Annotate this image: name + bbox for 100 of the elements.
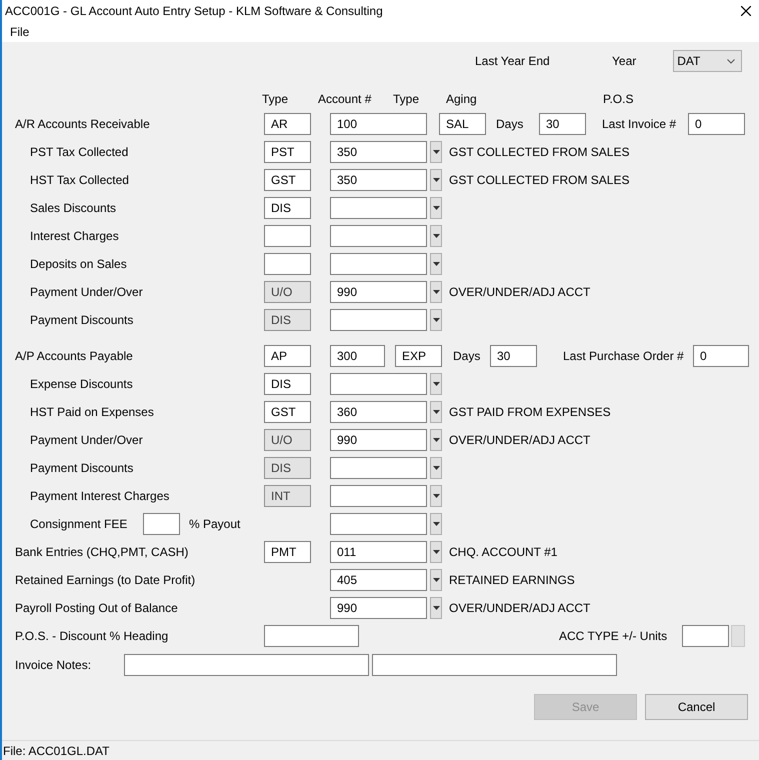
row-label: A/P Accounts Payable [15, 349, 134, 363]
account-field[interactable]: 360 [330, 401, 427, 423]
payout-label: % Payout [189, 517, 242, 531]
type-field[interactable]: DIS [264, 197, 311, 219]
account-field[interactable] [330, 197, 427, 219]
dropdown-button[interactable] [430, 169, 442, 191]
aging-field[interactable]: SAL [439, 113, 486, 135]
units-label: ACC TYPE +/- Units [559, 629, 668, 643]
year-select[interactable]: DAT [673, 50, 742, 72]
invoice-note-field[interactable] [124, 654, 369, 676]
caret-icon [432, 178, 440, 182]
discount-heading-field[interactable] [264, 625, 359, 647]
dropdown-button[interactable] [430, 141, 442, 163]
days-field[interactable]: 30 [539, 113, 586, 135]
account-field[interactable]: 350 [330, 169, 427, 191]
row-label: Retained Earnings (to Date Profit) [15, 573, 196, 587]
account-description: OVER/UNDER/ADJ ACCT [449, 601, 590, 615]
cancel-button[interactable]: Cancel [645, 694, 748, 720]
dropdown-button[interactable] [430, 597, 442, 619]
fee-field[interactable] [143, 513, 180, 535]
row-label: Interest Charges [29, 229, 120, 243]
invoice-note-field[interactable] [372, 654, 617, 676]
type-field[interactable]: DIS [264, 373, 311, 395]
dropdown-button[interactable] [430, 429, 442, 451]
column-header: Aging [446, 92, 478, 106]
type-field[interactable] [264, 225, 311, 247]
account-field[interactable]: 011 [330, 541, 427, 563]
dropdown-button[interactable] [430, 197, 442, 219]
type-field[interactable]: PMT [264, 541, 311, 563]
dropdown-button[interactable] [430, 373, 442, 395]
type-field[interactable]: GST [264, 401, 311, 423]
chevron-icon [727, 58, 736, 64]
column-header: Type [393, 92, 420, 106]
dropdown-button[interactable] [430, 457, 442, 479]
account-field[interactable]: 405 [330, 569, 427, 591]
dropdown-button[interactable] [430, 309, 442, 331]
row-label: Deposits on Sales [29, 257, 128, 271]
account-field[interactable]: 350 [330, 141, 427, 163]
account-field[interactable] [330, 513, 427, 535]
days-field[interactable]: 30 [490, 345, 537, 367]
account-field[interactable] [330, 373, 427, 395]
close-icon[interactable] [741, 6, 751, 16]
dropdown-button[interactable] [430, 569, 442, 591]
days-label: Days [453, 349, 482, 363]
last-number-label: Last Invoice # [602, 117, 678, 131]
type-field[interactable]: PST [264, 141, 311, 163]
dropdown-button[interactable] [430, 401, 442, 423]
row-label: Payment Interest Charges [29, 489, 170, 503]
dropdown-button[interactable] [430, 225, 442, 247]
last-number-label: Last Purchase Order # [563, 349, 685, 363]
row-label: Payment Under/Over [29, 285, 144, 299]
last-number-field[interactable]: 0 [693, 345, 749, 367]
units-field[interactable] [682, 625, 729, 647]
column-header: P.O.S [603, 92, 634, 106]
dropdown-button[interactable] [430, 281, 442, 303]
caret-icon [432, 262, 440, 266]
dropdown-button[interactable] [430, 541, 442, 563]
type-field[interactable]: AP [264, 345, 311, 367]
row-label: Payment Discounts [29, 461, 134, 475]
account-description: OVER/UNDER/ADJ ACCT [449, 433, 590, 447]
window-title: ACC001G - GL Account Auto Entry Setup - KLM Software & Consulting [5, 4, 383, 18]
last-number-field[interactable]: 0 [688, 113, 745, 135]
menu-item[interactable]: File [8, 25, 32, 39]
row-label: HST Tax Collected [29, 173, 130, 187]
type-field[interactable]: GST [264, 169, 311, 191]
caret-icon [432, 290, 440, 294]
row-label: HST Paid on Expenses [29, 405, 155, 419]
dropdown-button[interactable] [430, 253, 442, 275]
caret-icon [432, 578, 440, 582]
year-label: Year [612, 54, 636, 68]
account-description: OVER/UNDER/ADJ ACCT [449, 285, 590, 299]
caret-icon [432, 150, 440, 154]
caret-icon [432, 522, 440, 526]
account-field[interactable]: 100 [330, 113, 427, 135]
account-field[interactable]: 990 [330, 597, 427, 619]
account-field[interactable] [330, 225, 427, 247]
account-field[interactable]: 300 [330, 345, 385, 367]
type-field[interactable] [264, 253, 311, 275]
days-label: Days [496, 117, 524, 131]
type-field[interactable]: AR [264, 113, 311, 135]
aging-field[interactable]: EXP [395, 345, 442, 367]
caret-icon [432, 438, 440, 442]
account-field[interactable] [330, 253, 427, 275]
column-header: Account # [318, 92, 372, 106]
account-field[interactable] [330, 457, 427, 479]
dropdown-button[interactable] [430, 485, 442, 507]
caret-icon [432, 606, 440, 610]
account-description: GST PAID FROM EXPENSES [449, 405, 611, 419]
account-field[interactable] [330, 309, 427, 331]
row-label: P.O.S. - Discount % Heading [15, 629, 170, 643]
dropdown-button[interactable] [430, 513, 442, 535]
account-field[interactable]: 990 [330, 281, 427, 303]
row-label: Sales Discounts [29, 201, 118, 215]
account-description: CHQ. ACCOUNT #1 [449, 545, 558, 559]
account-field[interactable] [330, 485, 427, 507]
caret-icon [432, 494, 440, 498]
row-label: Expense Discounts [29, 377, 134, 391]
row-label: Bank Entries (CHQ,PMT, CASH) [15, 545, 190, 559]
caret-icon [432, 382, 440, 386]
account-field[interactable]: 990 [330, 429, 427, 451]
